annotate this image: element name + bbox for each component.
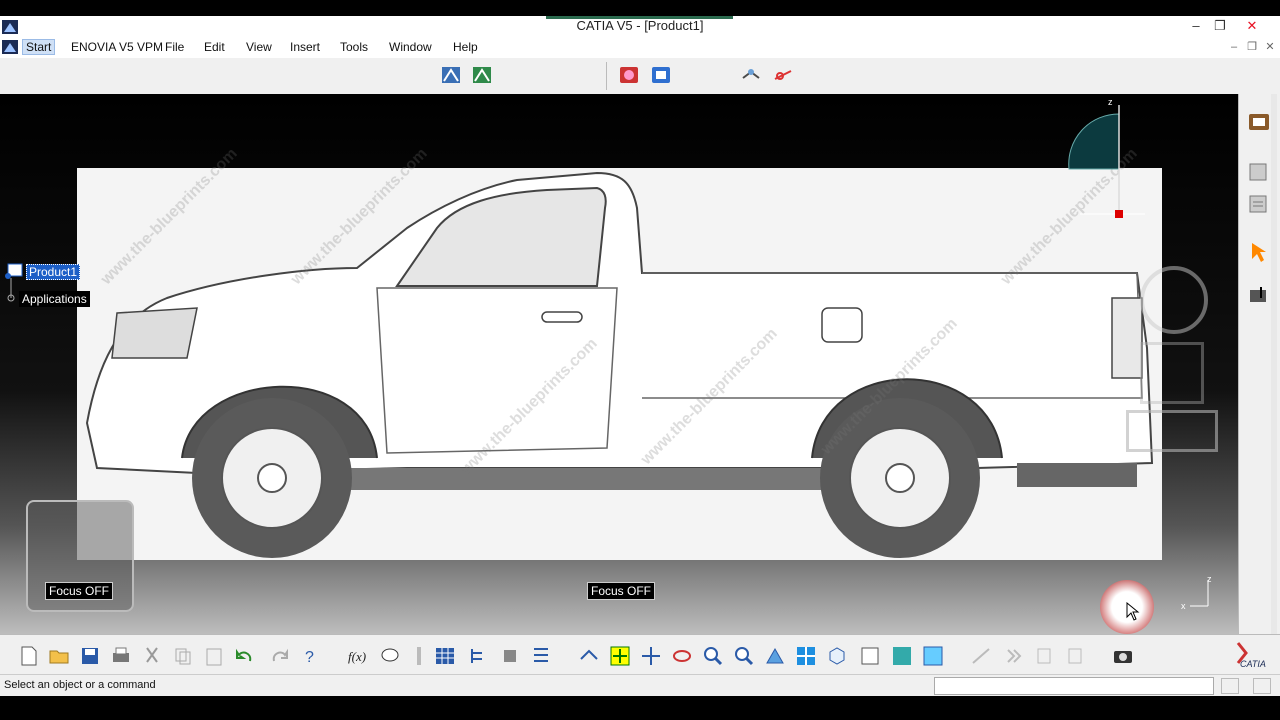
menu-tools[interactable]: Tools: [340, 40, 368, 54]
tree-reorder-icon[interactable]: [467, 645, 489, 667]
top-toolbar: [0, 58, 1280, 95]
hide-show-icon[interactable]: [859, 645, 881, 667]
menu-insert[interactable]: Insert: [290, 40, 320, 54]
render-icon[interactable]: [618, 64, 640, 86]
status-bar: Select an object or a command: [0, 674, 1280, 697]
fly-mode-icon[interactable]: [578, 645, 600, 667]
insert-product-icon[interactable]: [1247, 192, 1271, 216]
menu-edit[interactable]: Edit: [204, 40, 225, 54]
window-title: CATIA V5 - [Product1]: [576, 18, 704, 33]
pickup-truck-drawing: [85, 171, 1154, 558]
title-bar: CATIA V5 - [Product1] – ❐ ✕: [0, 0, 1280, 38]
bill-of-material-icon[interactable]: [530, 645, 552, 667]
paste-icon[interactable]: [203, 645, 225, 667]
menu-help[interactable]: Help: [453, 40, 478, 54]
status-message: Select an object or a command: [4, 679, 156, 691]
doc-close-button[interactable]: ✕: [1258, 38, 1280, 56]
copy-doc-icon[interactable]: [1034, 645, 1056, 667]
menu-file[interactable]: File: [165, 40, 184, 54]
tree-node-product1[interactable]: Product1: [26, 264, 81, 280]
sketch-icon[interactable]: [970, 645, 992, 667]
select-arrow-icon[interactable]: [1247, 240, 1271, 264]
pan-icon[interactable]: [640, 645, 662, 667]
svg-text:CATIA: CATIA: [1240, 659, 1266, 669]
new-file-icon[interactable]: [18, 645, 40, 667]
os-taskbar: [0, 696, 1280, 720]
command-input[interactable]: [934, 677, 1214, 695]
restore-button[interactable]: ❐: [1208, 17, 1232, 35]
mouse-cursor-icon: [1126, 602, 1140, 621]
menu-bar: Start ENOVIA V5 VPM File Edit View Inser…: [0, 38, 1280, 58]
shading-icon[interactable]: [922, 645, 944, 667]
camera-icon[interactable]: [1112, 645, 1134, 667]
compass-widget[interactable]: [1055, 99, 1155, 224]
workbench-icon[interactable]: [440, 64, 462, 86]
workbench-2-icon[interactable]: [471, 64, 493, 86]
title-bar-top-edge: [0, 0, 1280, 16]
catalog-icon[interactable]: [650, 64, 672, 86]
svg-text:f(x): f(x): [348, 649, 366, 664]
3d-viewport[interactable]: www.the-blueprints.com www.the-blueprint…: [0, 94, 1238, 634]
print-icon[interactable]: [110, 645, 132, 667]
fit-all-icon[interactable]: [609, 645, 631, 667]
compass-z-label: z: [1108, 97, 1113, 107]
ghost-pan-icon[interactable]: [1140, 342, 1204, 404]
copy-icon[interactable]: [172, 645, 194, 667]
zoom-out-icon[interactable]: [733, 645, 755, 667]
axis-x-label: x: [1181, 601, 1186, 611]
menu-window[interactable]: Window: [389, 40, 432, 54]
open-folder-icon[interactable]: [48, 645, 70, 667]
redo-icon[interactable]: [268, 645, 290, 667]
swap-visible-space-icon[interactable]: [891, 645, 913, 667]
normal-view-icon[interactable]: [764, 645, 786, 667]
save-icon[interactable]: [79, 645, 101, 667]
pickup-blueprint-image: www.the-blueprints.com www.the-blueprint…: [77, 145, 1162, 560]
table-icon[interactable]: [434, 645, 456, 667]
iso-view-icon[interactable]: [826, 645, 848, 667]
focus-off-label-center[interactable]: Focus OFF: [587, 582, 656, 600]
assembly-icon[interactable]: [740, 64, 762, 86]
menu-view[interactable]: View: [246, 40, 272, 54]
ghost-zoom-icon[interactable]: [1126, 410, 1218, 452]
constraint-icon[interactable]: [772, 64, 794, 86]
manipulation-icon[interactable]: [1247, 284, 1271, 308]
cut-icon[interactable]: [141, 645, 163, 667]
catia-logo: CATIA: [1236, 642, 1266, 669]
product-structure-icon[interactable]: [1247, 110, 1271, 134]
annotation-icon[interactable]: [379, 645, 401, 667]
formula-icon[interactable]: f(x): [347, 645, 369, 667]
whats-this-icon[interactable]: ?: [299, 645, 321, 667]
front-wheel: [192, 398, 352, 558]
constraints-icon[interactable]: [499, 645, 521, 667]
toolbar-separator: [606, 62, 607, 90]
axis-z-label: z: [1207, 574, 1212, 584]
tree-node-applications[interactable]: Applications: [19, 291, 90, 307]
document-icon[interactable]: [2, 40, 18, 54]
minimize-button[interactable]: –: [1184, 17, 1208, 35]
status-button-1[interactable]: [1221, 678, 1239, 694]
undo-icon[interactable]: [234, 645, 256, 667]
right-toolbar: [1238, 94, 1280, 634]
more-icon[interactable]: [1003, 645, 1025, 667]
bottom-toolbar: ? f(x) CATIA: [0, 634, 1280, 675]
zoom-in-icon[interactable]: [702, 645, 724, 667]
paste-doc-icon[interactable]: [1065, 645, 1087, 667]
insert-component-icon[interactable]: [1247, 160, 1271, 184]
ghost-rotate-icon[interactable]: [1140, 266, 1208, 334]
axis-triad: [1190, 580, 1209, 607]
menu-start[interactable]: Start: [22, 39, 56, 55]
right-scrollbar[interactable]: [1271, 94, 1277, 634]
close-button[interactable]: ✕: [1240, 17, 1264, 35]
status-button-2[interactable]: [1253, 678, 1271, 694]
multi-view-icon[interactable]: [795, 645, 817, 667]
rotate-icon[interactable]: [671, 645, 693, 667]
measure-icon[interactable]: [408, 645, 430, 667]
focus-off-label-left[interactable]: Focus OFF: [45, 582, 114, 600]
svg-text:?: ?: [305, 649, 314, 666]
menu-enovia[interactable]: ENOVIA V5 VPM: [71, 40, 163, 54]
